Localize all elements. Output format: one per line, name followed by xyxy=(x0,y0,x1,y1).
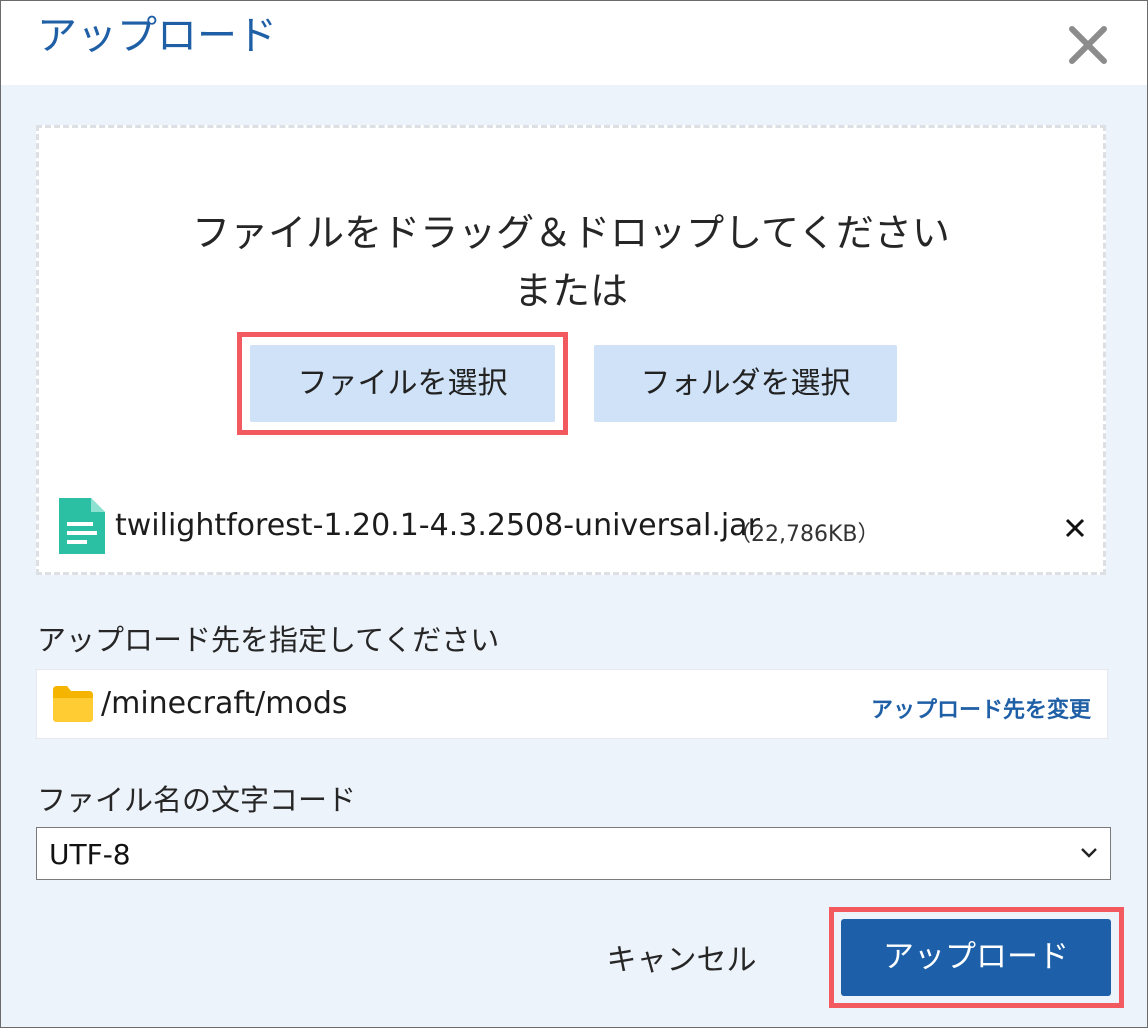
cancel-button[interactable]: キャンセル xyxy=(599,936,764,986)
upload-button[interactable]: アップロード xyxy=(841,919,1111,996)
folder-icon xyxy=(53,686,93,722)
destination-field: /minecraft/mods アップロード先を変更 xyxy=(36,669,1108,739)
encoding-selected-value: UTF-8 xyxy=(49,838,131,871)
destination-path: /minecraft/mods xyxy=(101,686,348,721)
change-destination-link[interactable]: アップロード先を変更 xyxy=(871,692,1091,724)
encoding-select[interactable]: UTF-8 xyxy=(36,827,1111,880)
file-name: twilightforest-1.20.1-4.3.2508-universal… xyxy=(115,508,760,543)
or-text: または xyxy=(513,269,628,313)
close-icon[interactable] xyxy=(1064,21,1112,69)
remove-file-icon[interactable] xyxy=(1059,512,1091,544)
destination-label: アップロード先を指定してください xyxy=(37,623,500,657)
drop-instruction: ファイルをドラッグ＆ドロップしてください xyxy=(192,211,950,255)
file-list-item: twilightforest-1.20.1-4.3.2508-universal… xyxy=(59,498,1089,558)
drop-zone[interactable]: ファイルをドラッグ＆ドロップしてください または ファイルを選択 フォルダを選択… xyxy=(36,125,1106,575)
dialog-title: アップロード xyxy=(37,13,277,59)
encoding-label: ファイル名の文字コード xyxy=(37,783,357,817)
file-size: （22,786KB） xyxy=(729,522,880,547)
select-folder-button[interactable]: フォルダを選択 xyxy=(594,345,897,422)
select-file-button[interactable]: ファイルを選択 xyxy=(250,345,555,422)
dialog-header: アップロード xyxy=(1,1,1147,85)
document-icon xyxy=(59,498,105,554)
chevron-down-icon xyxy=(1081,848,1097,858)
upload-dialog: アップロード ファイルをドラッグ＆ドロップしてください または ファイルを選択 … xyxy=(0,0,1148,1028)
